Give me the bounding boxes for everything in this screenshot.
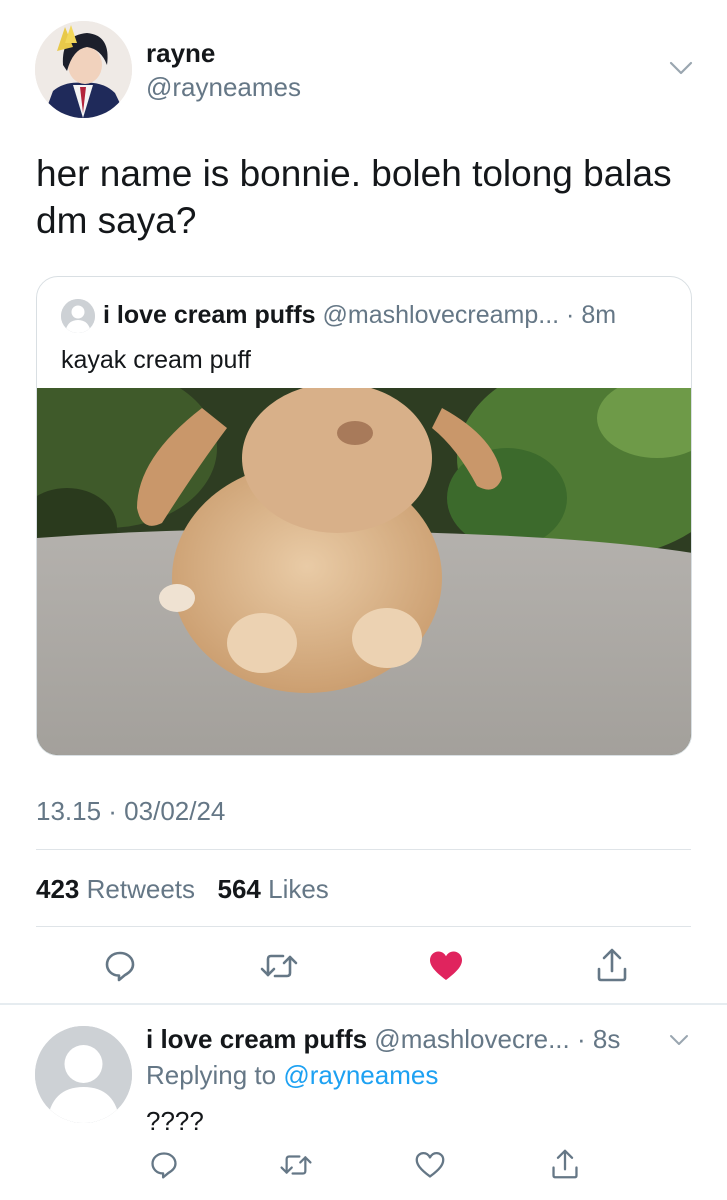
heart-outline-icon — [415, 1151, 445, 1178]
heart-filled-icon — [430, 951, 462, 980]
quoted-display-name[interactable]: i love cream puffs — [103, 301, 316, 329]
reply-like-button[interactable] — [412, 1148, 448, 1182]
replying-to-prefix: Replying to — [146, 1060, 284, 1090]
author-avatar[interactable] — [35, 21, 132, 118]
replying-to-line: Replying to @rayneames — [146, 1060, 438, 1091]
share-button[interactable] — [592, 946, 632, 984]
share-icon — [597, 948, 627, 982]
divider — [36, 849, 691, 850]
reply-header: i love cream puffs @mashlovecre... · 8s — [146, 1024, 620, 1055]
likes-label: Likes — [268, 874, 329, 904]
default-avatar-icon — [61, 299, 95, 333]
quoted-tweet-card[interactable]: i love cream puffs @mashlovecreamp... · … — [36, 276, 692, 756]
reply-tweet[interactable]: i love cream puffs @mashlovecre... · 8s … — [0, 1004, 727, 1200]
tweet-stats: 423 Retweets 564 Likes — [36, 874, 329, 905]
tweet-timestamp[interactable]: 13.15 · 03/02/24 — [36, 796, 225, 827]
share-icon — [552, 1149, 578, 1179]
retweet-button[interactable] — [256, 948, 302, 984]
divider — [36, 926, 691, 927]
quoted-author-avatar[interactable] — [61, 299, 95, 333]
reply-handle-time: @mashlovecre... · 8s — [367, 1024, 621, 1054]
retweets-stat[interactable]: 423 Retweets — [36, 874, 195, 904]
chevron-down-icon[interactable] — [668, 58, 694, 78]
retweet-icon — [280, 1155, 312, 1175]
reply-retweet-button[interactable] — [276, 1148, 316, 1182]
author-display-name[interactable]: rayne — [146, 38, 215, 69]
author-handle[interactable]: @rayneames — [146, 72, 301, 103]
retweets-label: Retweets — [86, 874, 196, 904]
reply-author-avatar[interactable] — [35, 1026, 132, 1123]
replying-to-handle-link[interactable]: @rayneames — [283, 1060, 438, 1090]
like-button[interactable] — [426, 948, 466, 984]
likes-stat[interactable]: 564 Likes — [217, 874, 328, 904]
quoted-tweet-header: i love cream puffs @mashlovecreamp... · … — [103, 301, 616, 330]
quoted-tweet-photo[interactable] — [37, 358, 691, 755]
bunny-photo — [37, 358, 691, 755]
quoted-tweet-text: kayak cream puff — [61, 346, 251, 374]
reply-display-name[interactable]: i love cream puffs — [146, 1024, 367, 1054]
likes-count: 564 — [217, 874, 261, 904]
reply-share-button[interactable] — [547, 1146, 583, 1182]
quoted-handle-time: @mashlovecreamp... · 8m — [315, 301, 617, 329]
reply-reply-button[interactable] — [146, 1148, 182, 1182]
reply-button[interactable] — [100, 948, 140, 984]
reply-text: ???? — [146, 1106, 204, 1136]
anime-avatar-illustration — [35, 21, 132, 118]
default-avatar-icon — [35, 1026, 132, 1123]
tweet-text: her name is bonnie. boleh tolong balas d… — [36, 153, 672, 241]
chevron-down-icon[interactable] — [668, 1032, 690, 1048]
retweet-icon — [260, 954, 298, 978]
retweets-count: 423 — [36, 874, 80, 904]
reply-icon — [105, 951, 135, 982]
reply-icon — [151, 1152, 177, 1179]
